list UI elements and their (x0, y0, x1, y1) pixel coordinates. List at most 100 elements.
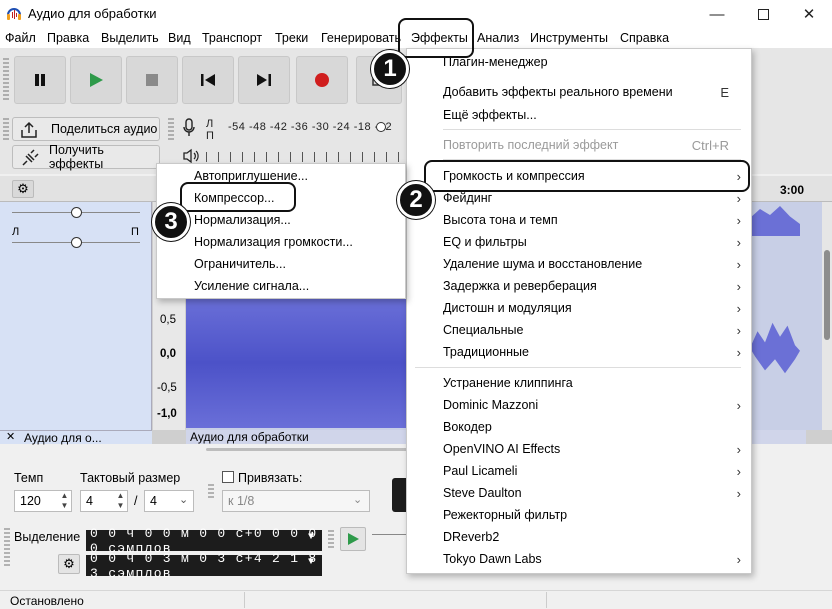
pan-slider-knob[interactable] (71, 237, 82, 248)
selection-label: Выделение (14, 530, 81, 544)
time-signature-stepper[interactable]: ▲ ▼ (114, 491, 127, 511)
skip-start-icon (201, 74, 215, 86)
callout-box-volume-compression (424, 160, 750, 192)
menu-item-paul-licameli[interactable]: Paul Licameli › (407, 460, 751, 482)
selection-toolbar-grip[interactable] (4, 528, 10, 568)
play-at-speed-button[interactable] (340, 527, 366, 551)
timeline-settings-button[interactable]: ⚙ (12, 180, 34, 198)
vertical-scrollbar-thumb[interactable] (824, 250, 830, 340)
status-divider (244, 592, 245, 608)
snap-select[interactable]: к 1/8 ⌄ (222, 490, 370, 512)
menu-tools[interactable]: Инструменты (530, 31, 608, 45)
microphone-icon[interactable] (182, 118, 196, 138)
chevron-right-icon: › (736, 300, 741, 316)
menu-item-delay-reverb[interactable]: Задержка и реверберация › (407, 275, 751, 297)
selection-start-time[interactable]: 0 0 ч 0 0 м 0 0 с+0 0 0 0 0 сэмплов ▼ (86, 526, 322, 556)
menu-item-clip-fix[interactable]: Устранение клиппинга (407, 372, 751, 394)
status-divider (546, 592, 547, 608)
get-effects-button[interactable]: Получить эффекты (12, 143, 160, 171)
window-title: Аудио для обработки (28, 6, 157, 21)
menu-item-pitch-tempo[interactable]: Высота тона и темп › (407, 209, 751, 231)
menu-item-add-realtime-effects[interactable]: Добавить эффекты реального времени E (407, 81, 751, 103)
menu-edit[interactable]: Правка (47, 31, 89, 45)
timeline-mark: 3:00 (780, 183, 805, 197)
minimize-button[interactable]: — (694, 0, 740, 28)
track-name: Аудио для о... (24, 431, 102, 445)
skip-end-button[interactable] (238, 56, 290, 104)
menu-select[interactable]: Выделить (101, 31, 159, 45)
menu-item-steve-daulton[interactable]: Steve Daulton › (407, 482, 751, 504)
chevron-right-icon: › (736, 485, 741, 501)
menu-separator (415, 367, 741, 368)
time-display[interactable] (392, 478, 406, 512)
selection-settings-button[interactable]: ⚙ (58, 554, 80, 574)
track-name-bar[interactable]: Аудио для о... (0, 430, 152, 445)
menu-item-noise-removal[interactable]: Удаление шума и восстановление › (407, 253, 751, 275)
record-icon (315, 73, 329, 87)
close-button[interactable]: ✕ (786, 0, 832, 28)
snap-value: к 1/8 (228, 494, 255, 508)
time-signature-label: Тактовый размер (80, 471, 181, 485)
menu-item-openvino[interactable]: OpenVINO AI Effects › (407, 438, 751, 460)
menu-item-limiter[interactable]: Ограничитель... (157, 253, 405, 275)
pause-button[interactable] (14, 56, 66, 104)
play-speed-slider[interactable] (372, 534, 406, 535)
menu-item-notch-filter[interactable]: Режекторный фильтр (407, 504, 751, 526)
chevron-right-icon: › (736, 463, 741, 479)
toolbar-grip[interactable] (3, 58, 9, 102)
play-at-speed-grip[interactable] (328, 530, 334, 550)
menu-separator (443, 129, 741, 130)
chevron-right-icon: › (736, 551, 741, 567)
menu-view[interactable]: Вид (168, 31, 191, 45)
gear-icon: ⚙ (63, 556, 75, 571)
skip-start-button[interactable] (182, 56, 234, 104)
menu-item-special[interactable]: Специальные › (407, 319, 751, 341)
snap-checkbox[interactable] (222, 471, 234, 483)
meter-grip[interactable] (168, 118, 174, 140)
menu-item-amplify[interactable]: Усиление сигнала... (157, 275, 405, 297)
snap-toolbar-grip[interactable] (208, 484, 214, 500)
chevron-right-icon: › (736, 190, 741, 206)
play-button[interactable] (70, 56, 122, 104)
menu-item-dreverb2[interactable]: DReverb2 (407, 526, 751, 548)
effects-menu: Плагин-менеджер Добавить эффекты реально… (406, 48, 752, 574)
menu-item-tokyo-dawn-labs[interactable]: Tokyo Dawn Labs › (407, 548, 751, 570)
menu-help[interactable]: Справка (620, 31, 669, 45)
menu-file[interactable]: Файл (5, 31, 36, 45)
menu-item-repeat-last-effect[interactable]: Повторить последний эффект Ctrl+R (407, 134, 751, 156)
track-close-icon[interactable]: ✕ (6, 430, 15, 443)
tempo-value: 120 (20, 494, 41, 508)
gain-slider-knob[interactable] (71, 207, 82, 218)
callout-box-effects-menu (398, 18, 474, 58)
menu-analyze[interactable]: Анализ (477, 31, 519, 45)
menu-tracks[interactable]: Треки (275, 31, 308, 45)
record-level-slider[interactable] (376, 122, 386, 132)
playback-meter[interactable] (206, 152, 406, 162)
menu-item-distortion-modulation[interactable]: Дистошн и модуляция › (407, 297, 751, 319)
menu-item-dominic-mazzoni[interactable]: Dominic Mazzoni › (407, 394, 751, 416)
callout-box-compressor (180, 182, 296, 212)
menu-item-traditional[interactable]: Традиционные › (407, 341, 751, 363)
menu-item-eq-filters[interactable]: EQ и фильтры › (407, 231, 751, 253)
menu-item-loudness-normalization[interactable]: Нормализация громкости... (157, 231, 405, 253)
menu-item-more-effects[interactable]: Ещё эффекты... (407, 104, 751, 126)
record-button[interactable] (296, 56, 348, 104)
stop-icon (146, 74, 158, 86)
skip-end-icon (257, 74, 271, 86)
menu-transport[interactable]: Транспорт (202, 31, 262, 45)
selection-end-time[interactable]: 0 0 ч 0 3 м 0 3 с+4 2 1 8 3 сэмплов ▼ (86, 551, 322, 581)
chevron-right-icon: › (736, 212, 741, 228)
chevron-right-icon: › (736, 234, 741, 250)
maximize-button[interactable] (740, 0, 786, 28)
horizontal-scrollbar[interactable] (206, 448, 426, 451)
menu-generate[interactable]: Генерировать (321, 31, 401, 45)
speaker-icon[interactable] (182, 148, 200, 164)
tempo-stepper[interactable]: ▲ ▼ (58, 491, 71, 511)
share-audio-button[interactable]: Поделиться аудио (12, 117, 160, 141)
share-toolbar-grip[interactable] (3, 118, 9, 140)
time-signature-denominator-select[interactable]: 4 ⌄ (144, 490, 194, 512)
stop-button[interactable] (126, 56, 178, 104)
menu-item-vocoder[interactable]: Вокодер (407, 416, 751, 438)
tempo-label: Темп (14, 471, 44, 485)
menu-item-normalize[interactable]: Нормализация... (157, 209, 405, 231)
